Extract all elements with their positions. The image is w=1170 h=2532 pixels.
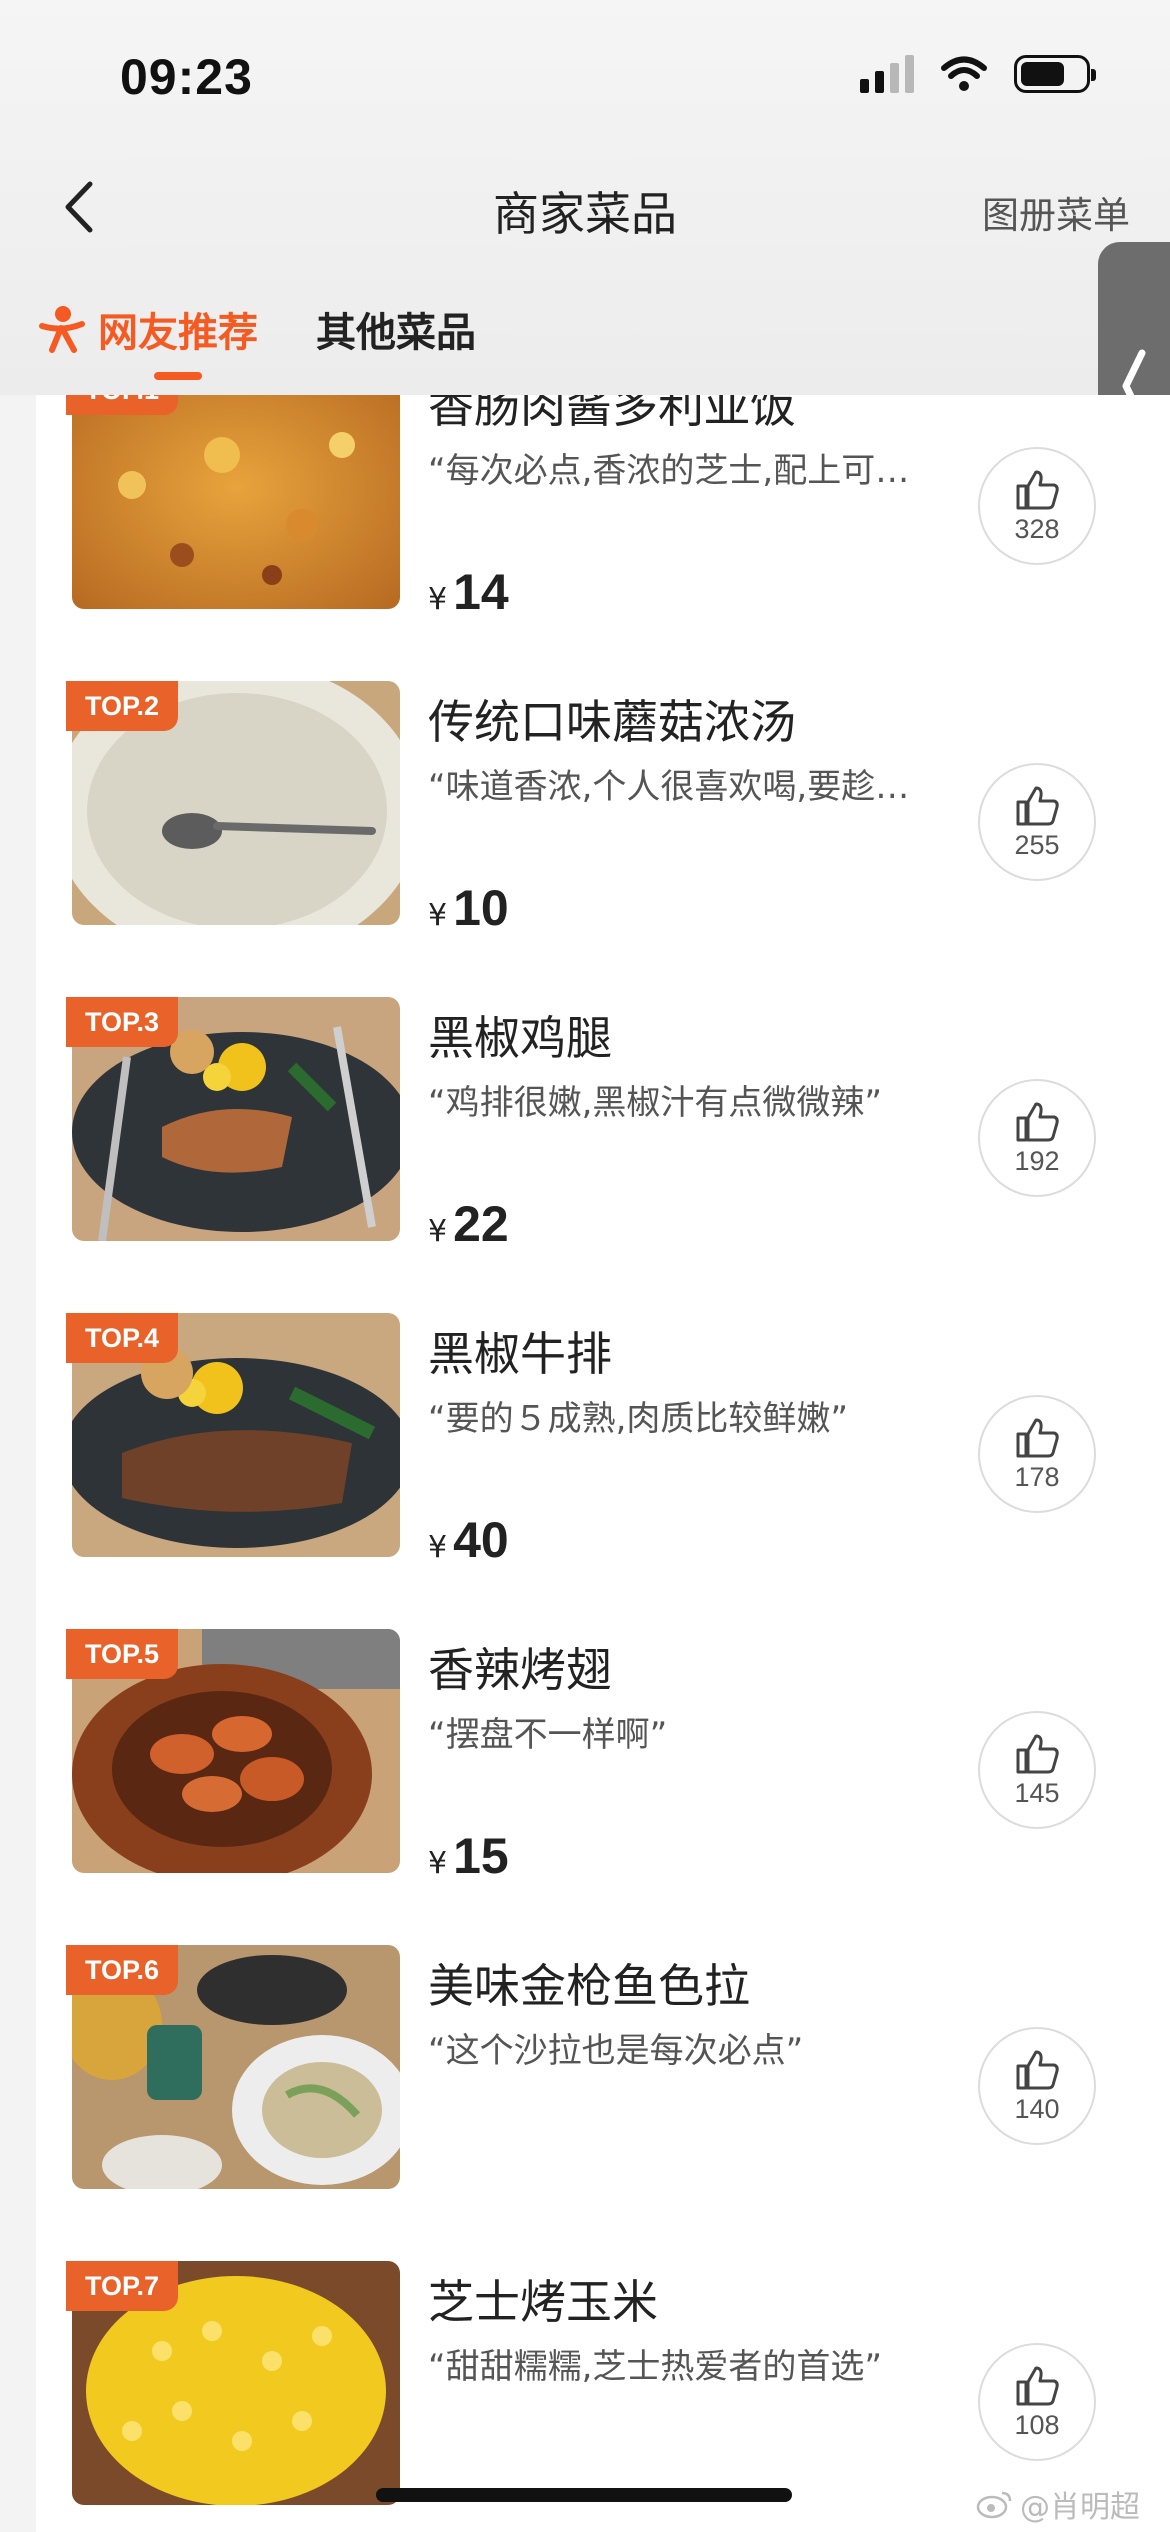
dish-name: 美味金枪鱼色拉 [428,1959,750,2013]
status-icons [860,55,1096,93]
like-count: 178 [1014,1461,1060,1492]
tab-bar: 网友推荐 其他菜品 [36,300,476,380]
dish-name: 黑椒鸡腿 [428,1011,612,1065]
tab-netizen-recommend[interactable]: 网友推荐 [36,300,258,380]
list-item[interactable]: TOP.2 传统口味蘑菇浓汤 “味道香浓,个人很喜欢喝,要趁… ¥ 10 255 [36,631,1170,947]
dish-price: ¥ 15 [428,1827,509,1885]
like-button[interactable]: 140 [978,2027,1096,2145]
like-button[interactable]: 255 [978,763,1096,881]
price-value: 15 [453,1828,509,1884]
like-button[interactable]: 178 [978,1395,1096,1513]
list-item[interactable]: TOP.4 黑椒牛排 “要的５成熟,肉质比较鲜嫩” ¥ 40 178 [36,1263,1170,1579]
like-button[interactable]: 192 [978,1079,1096,1197]
like-count: 145 [1014,1777,1060,1808]
like-count: 140 [1014,2093,1060,2124]
like-count: 108 [1014,2409,1060,2440]
currency-symbol: ¥ [428,582,448,617]
dish-name: 香辣烤翅 [428,1643,612,1697]
watermark-text: @肖明超 [1020,2490,1140,2525]
rank-badge: TOP.2 [66,681,178,731]
thumbs-up-icon [1016,2366,1059,2405]
tab-other-dishes[interactable]: 其他菜品 [316,300,476,358]
like-count: 255 [1014,829,1060,860]
album-menu-link[interactable]: 图册菜单 [982,185,1130,239]
list-item[interactable]: TOP.7 芝士烤玉米 “甜甜糯糯,芝士热爱者的首选” 108 [36,2211,1170,2527]
list-item[interactable]: TOP.3 黑椒鸡腿 “鸡排很嫩,黑椒汁有点微微辣” ¥ 22 192 [36,947,1170,1263]
dish-review-quote: “摆盘不一样啊” [428,1715,668,1755]
thumbs-up-icon [1016,1418,1059,1457]
currency-symbol: ¥ [428,1214,448,1249]
rank-badge: TOP.4 [66,1313,178,1363]
dish-review-quote: “甜甜糯糯,芝士热爱者的首选” [428,2347,883,2387]
dish-review-quote: “要的５成熟,肉质比较鲜嫩” [428,1399,849,1439]
home-indicator[interactable] [376,2488,792,2502]
like-button[interactable]: 328 [978,447,1096,565]
thumbs-up-icon [1016,786,1059,825]
price-value: 40 [453,1512,509,1568]
dish-name: 香肠肉酱多利亚饭 [428,395,796,433]
list-item[interactable]: TOP.1 香肠肉酱多利亚饭 “每次必点,香浓的芝士,配上可… ¥ 14 328 [36,395,1170,631]
battery-icon [1014,55,1096,93]
thumbs-up-icon [1016,1734,1059,1773]
status-time: 09:23 [120,49,253,105]
dish-review-quote: “味道香浓,个人很喜欢喝,要趁… [428,767,910,807]
dish-price: ¥ 40 [428,1511,509,1569]
price-value: 22 [453,1196,509,1252]
like-count: 328 [1014,513,1060,544]
dish-name: 黑椒牛排 [428,1327,612,1381]
thumbs-up-icon [1016,1102,1059,1141]
dish-review-quote: “这个沙拉也是每次必点” [428,2031,804,2071]
thumbs-up-icon [1016,470,1059,509]
watermark: @肖明超 [976,2482,1140,2526]
rank-badge: TOP.1 [66,395,178,415]
like-button[interactable]: 108 [978,2343,1096,2461]
dish-price: ¥ 14 [428,563,509,621]
rank-badge: TOP.3 [66,997,178,1047]
like-count: 192 [1014,1145,1060,1176]
tab-active-indicator [154,372,202,380]
rank-badge: TOP.7 [66,2261,178,2311]
price-value: 14 [453,564,509,620]
dish-price: ¥ 22 [428,1195,509,1253]
rank-badge: TOP.5 [66,1629,178,1679]
price-value: 10 [453,880,509,936]
dish-price: ¥ 10 [428,879,509,937]
currency-symbol: ¥ [428,1846,448,1881]
wifi-icon [941,56,987,91]
currency-symbol: ¥ [428,898,448,933]
list-item[interactable]: TOP.5 香辣烤翅 “摆盘不一样啊” ¥ 15 145 [36,1579,1170,1895]
rank-badge: TOP.6 [66,1945,178,1995]
dish-photo [72,395,400,609]
cellular-signal-icon [860,55,914,93]
dish-list: TOP.1 香肠肉酱多利亚饭 “每次必点,香浓的芝士,配上可… ¥ 14 328… [36,395,1170,2532]
list-item[interactable]: TOP.6 美味金枪鱼色拉 “这个沙拉也是每次必点” 140 [36,1895,1170,2211]
like-button[interactable]: 145 [978,1711,1096,1829]
person-icon [39,306,85,353]
currency-symbol: ¥ [428,1530,448,1565]
weibo-logo-icon [976,2491,1012,2519]
dish-name: 传统口味蘑菇浓汤 [428,695,796,749]
dish-review-quote: “鸡排很嫩,黑椒汁有点微微辣” [428,1083,883,1123]
dish-name: 芝士烤玉米 [428,2275,658,2329]
tab-label: 网友推荐 [98,310,258,356]
dish-review-quote: “每次必点,香浓的芝士,配上可… [428,451,910,491]
thumbs-up-icon [1016,2050,1059,2089]
